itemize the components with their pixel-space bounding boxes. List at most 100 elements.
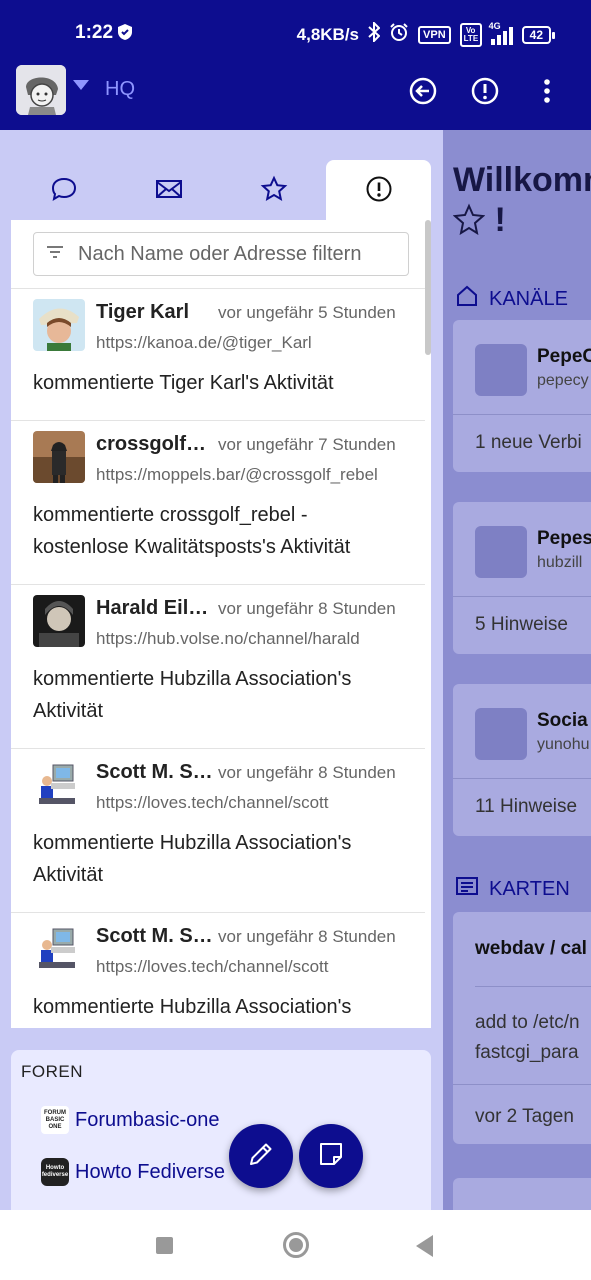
back-circle-icon[interactable] (408, 76, 438, 106)
forum-label: Howto Fediverse (75, 1160, 226, 1183)
forum-icon: FORUM BASIC ONE (41, 1106, 69, 1134)
notification-author[interactable]: Scott M. Stolz (96, 761, 216, 784)
tab-messages[interactable] (116, 160, 221, 222)
home-button[interactable] (283, 1232, 309, 1258)
envelope-icon (155, 175, 183, 208)
notification-item[interactable]: Tiger Karl vor ungefähr 5 Stunden https:… (11, 288, 425, 420)
notification-author[interactable]: Scott M. Stolz (96, 925, 216, 948)
alert-circle-icon[interactable] (470, 76, 500, 106)
notification-avatar (33, 923, 85, 975)
channels-heading: KANÄLE (455, 284, 568, 314)
compose-post-button[interactable] (229, 1124, 293, 1188)
channels-heading-label: KANÄLE (489, 287, 568, 310)
filter-input[interactable] (78, 242, 398, 266)
card-divider (453, 596, 591, 597)
channel-avatar (475, 708, 527, 760)
channel-subtitle: hubzill (537, 554, 583, 571)
channel-card[interactable]: PepeC pepecy 1 neue Verbi (453, 320, 591, 472)
tab-notifications[interactable] (326, 160, 431, 222)
note-body-line: add to /etc/n (475, 1012, 580, 1033)
channel-footer: 1 neue Verbi (475, 432, 582, 453)
recents-button[interactable] (156, 1237, 173, 1254)
alert-circle-icon (365, 175, 393, 208)
notification-message: kommentierte crossgolf_rebel - kostenlos… (33, 504, 351, 558)
channel-dropdown-caret[interactable] (73, 80, 89, 90)
channel-name[interactable]: HQ (105, 78, 135, 101)
forum-label: Forumbasic-one (75, 1108, 220, 1131)
notifications-panel: Tiger Karl vor ungefähr 5 Stunden https:… (11, 220, 431, 1028)
notification-item[interactable]: Scott M. Stolz vor ungefähr 8 Stunden ht… (11, 912, 425, 1028)
app-bar: HQ (0, 60, 591, 130)
notification-item[interactable]: crossgolf_rebel vor ungefähr 7 Stunden h… (11, 420, 425, 584)
notification-message: kommentierte Hubzilla Association's Akti… (33, 996, 352, 1018)
channel-subtitle: yunohu (537, 736, 590, 753)
card-divider (453, 1084, 591, 1085)
tab-conversations[interactable] (11, 160, 116, 222)
welcome-star-icon (452, 201, 494, 239)
network-speed: 4,8KB/s (296, 24, 360, 44)
notification-avatar (33, 431, 85, 483)
welcome-text: Willkommen (453, 161, 591, 199)
forum-icon: Howto fediverse (41, 1158, 69, 1186)
status-bar: 1:22 4,8KB/s VPN Vo LTE 4G 42 (0, 0, 591, 60)
system-nav-bar (0, 1210, 591, 1280)
shield-icon (117, 23, 133, 46)
notification-time: vor ungefähr 8 Stunden (218, 599, 396, 618)
card-divider (475, 986, 591, 987)
note-footer: vor 2 Tagen (475, 1106, 574, 1127)
status-time: 1:22 (75, 22, 114, 43)
cards-heading-label: KARTEN (489, 877, 570, 900)
note-body-line: fastcgi_para (475, 1042, 579, 1063)
new-note-button[interactable] (299, 1124, 363, 1188)
notification-time: vor ungefähr 7 Stunden (218, 435, 396, 454)
forum-item[interactable]: FORUM BASIC ONE Forumbasic-one (41, 1106, 220, 1134)
note-card[interactable]: webdav / cal add to /etc/n fastcgi_para … (453, 912, 591, 1144)
welcome-heading: Willkommen ! (452, 160, 591, 240)
notification-item[interactable]: Harald Eilertsen vor ungefähr 8 Stunden … (11, 584, 425, 748)
notification-url: https://loves.tech/channel/scott (96, 957, 329, 976)
channel-footer: 5 Hinweise (475, 614, 568, 635)
channel-footer: 11 Hinweise (475, 796, 578, 817)
note-card[interactable] (453, 1178, 591, 1210)
tab-starred[interactable] (221, 160, 326, 222)
notification-time: vor ungefähr 8 Stunden (218, 927, 396, 946)
pencil-icon (246, 1139, 276, 1174)
battery-indicator: 42 (521, 25, 556, 44)
volte-badge: Vo LTE (459, 22, 482, 47)
scrollbar[interactable] (425, 220, 431, 355)
notification-time: vor ungefähr 8 Stunden (218, 763, 396, 782)
avatar[interactable] (16, 65, 66, 115)
channel-subtitle: pepecy (537, 372, 589, 389)
notification-author[interactable]: Tiger Karl (96, 301, 216, 324)
back-button[interactable] (416, 1235, 433, 1257)
signal-icon: 4G (489, 21, 513, 45)
channel-card[interactable]: Socia yunohu 11 Hinweise (453, 684, 591, 836)
notification-avatar (33, 595, 85, 647)
bluetooth-icon (368, 20, 381, 47)
notification-message: kommentierte Tiger Karl's Aktivität (33, 372, 334, 394)
filter-field[interactable] (33, 232, 409, 276)
channel-title: PepeC (537, 346, 591, 367)
alarm-icon (389, 22, 409, 47)
forum-item[interactable]: Howto fediverse Howto Fediverse (41, 1158, 225, 1186)
notification-item[interactable]: Scott M. Stolz vor ungefähr 8 Stunden ht… (11, 748, 425, 912)
home-icon (455, 284, 479, 314)
card-divider (453, 414, 591, 415)
channel-card[interactable]: Pepes hubzill 5 Hinweise (453, 502, 591, 654)
more-vert-icon[interactable] (532, 76, 562, 106)
filter-icon (46, 245, 64, 264)
network-type: 4G (488, 20, 501, 31)
notification-message: kommentierte Hubzilla Association's Akti… (33, 832, 352, 886)
notification-author[interactable]: Harald Eilertsen (96, 597, 216, 620)
notification-url: https://moppels.bar/@crossgolf_rebel (96, 465, 378, 484)
status-indicators: 4,8KB/s VPN Vo LTE 4G 42 (296, 20, 556, 47)
channel-title: Socia (537, 710, 588, 731)
drawer-tabs (11, 160, 431, 222)
sticky-note-icon (316, 1139, 346, 1174)
notification-author[interactable]: crossgolf_rebel (96, 433, 216, 456)
notifications-drawer: Tiger Karl vor ungefähr 5 Stunden https:… (0, 130, 443, 1210)
note-title: webdav / cal (475, 938, 587, 959)
notification-message: kommentierte Hubzilla Association's Akti… (33, 668, 352, 722)
cards-heading: KARTEN (455, 874, 570, 904)
main-content: Willkommen ! KANÄLE PepeC pepecy 1 neue … (443, 130, 591, 1210)
